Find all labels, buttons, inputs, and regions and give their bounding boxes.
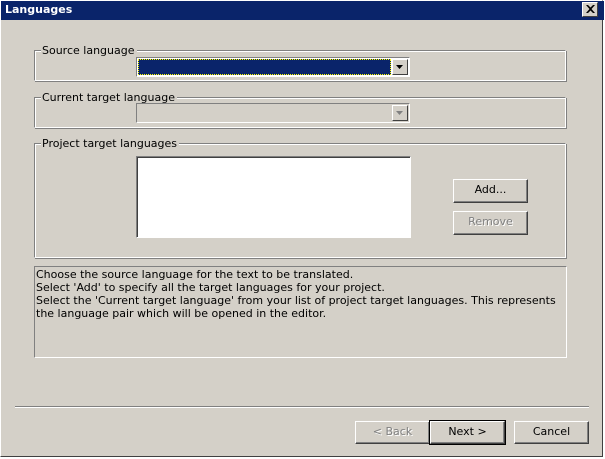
chevron-down-icon (396, 111, 403, 115)
current-target-language-dropdown-button[interactable] (392, 105, 408, 121)
add-language-button[interactable]: Add... (453, 179, 528, 203)
current-target-language-select[interactable] (136, 103, 410, 123)
cancel-button[interactable]: Cancel (514, 421, 589, 444)
help-text-line: Choose the source language for the text … (36, 268, 354, 281)
source-language-value (138, 59, 391, 75)
languages-dialog: Languages Source language Current target… (0, 0, 604, 457)
source-language-dropdown-button[interactable] (392, 59, 408, 75)
remove-language-button[interactable]: Remove (453, 211, 528, 235)
project-target-languages-label: Project target languages (41, 137, 180, 150)
help-text-panel: Choose the source language for the text … (34, 266, 567, 358)
back-button[interactable]: < Back (355, 421, 430, 444)
chevron-down-icon (396, 65, 403, 69)
project-target-languages-list[interactable] (136, 156, 411, 238)
source-language-label: Source language (41, 44, 137, 57)
footer-separator (15, 406, 589, 408)
current-target-language-value (138, 105, 391, 121)
title-bar: Languages (1, 1, 604, 20)
window-title: Languages (5, 3, 73, 16)
next-button[interactable]: Next > (429, 420, 506, 445)
help-text-line: Select 'Add' to specify all the target l… (36, 281, 385, 294)
help-text-line: Select the 'Current target language' fro… (36, 294, 556, 320)
close-button[interactable] (582, 2, 598, 17)
close-icon (586, 5, 595, 13)
source-language-select[interactable] (136, 57, 410, 77)
